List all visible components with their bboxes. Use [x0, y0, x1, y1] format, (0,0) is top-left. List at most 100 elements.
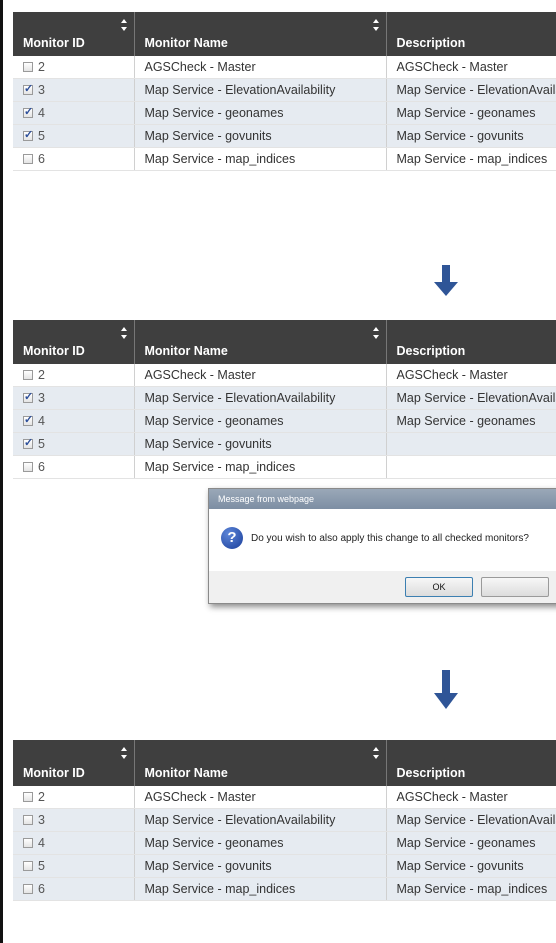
- monitor-grid: Monitor ID Monitor Name Description 2 AG…: [13, 320, 556, 479]
- row-checkbox[interactable]: [23, 413, 33, 426]
- column-header-monitor-id[interactable]: Monitor ID: [13, 12, 135, 56]
- table-row[interactable]: 2 AGSCheck - Master AGSCheck - Master: [13, 56, 556, 79]
- table-row[interactable]: 6 Map Service - map_indices: [13, 455, 556, 479]
- dialog-body: ? Do you wish to also apply this change …: [209, 509, 556, 571]
- monitor-description: AGSCheck - Master: [386, 364, 556, 387]
- monitor-id: 5: [38, 859, 45, 873]
- dialog-title[interactable]: Message from webpage: [209, 489, 556, 509]
- monitor-description: AGSCheck - Master: [386, 786, 556, 809]
- monitor-grid: Monitor ID Monitor Name Description 2 AG…: [13, 12, 556, 171]
- monitor-name: AGSCheck - Master: [134, 786, 387, 809]
- monitor-id: 2: [38, 60, 45, 74]
- monitor-description: Map Service - ElevationAvailability: [386, 78, 556, 102]
- monitor-name: Map Service - geonames: [134, 831, 387, 855]
- monitor-description: Map Service - map_indices: [386, 877, 556, 901]
- table-row[interactable]: 5 Map Service - govunits Map Service - g…: [13, 124, 556, 148]
- row-checkbox[interactable]: [23, 462, 33, 472]
- table-row[interactable]: 4 Map Service - geonames Map Service - g…: [13, 101, 556, 125]
- row-checkbox[interactable]: [23, 884, 33, 894]
- row-checkbox[interactable]: [23, 436, 33, 449]
- monitor-name: Map Service - govunits: [134, 854, 387, 878]
- table-row[interactable]: 4 Map Service - geonames Map Service - g…: [13, 409, 556, 433]
- monitor-id: 4: [38, 414, 45, 428]
- monitor-id: 2: [38, 368, 45, 382]
- monitor-name: Map Service - map_indices: [134, 147, 387, 171]
- table-row[interactable]: 4 Map Service - geonames Map Service - g…: [13, 831, 556, 855]
- table-row[interactable]: 3 Map Service - ElevationAvailability Ma…: [13, 78, 556, 102]
- row-checkbox[interactable]: [23, 105, 33, 118]
- sort-icon[interactable]: [372, 326, 380, 340]
- row-checkbox[interactable]: [23, 370, 33, 380]
- monitor-description: Map Service - govunits: [386, 124, 556, 148]
- confirm-dialog: Message from webpage ? Do you wish to al…: [208, 488, 556, 604]
- column-header-monitor-name[interactable]: Monitor Name: [134, 740, 387, 786]
- row-checkbox[interactable]: [23, 128, 33, 141]
- monitor-description: Map Service - map_indices: [386, 147, 556, 171]
- monitor-id: 3: [38, 391, 45, 405]
- monitor-description: [386, 455, 556, 479]
- column-header-description[interactable]: Description: [386, 320, 556, 364]
- column-header-monitor-id[interactable]: Monitor ID: [13, 740, 135, 786]
- monitor-id: 3: [38, 83, 45, 97]
- monitor-grid: Monitor ID Monitor Name Description 2 AG…: [13, 740, 556, 901]
- monitor-description: Map Service - geonames: [386, 409, 556, 433]
- column-header-description[interactable]: Description: [386, 740, 556, 786]
- monitor-description: Map Service - geonames: [386, 831, 556, 855]
- cancel-button[interactable]: [481, 577, 549, 597]
- ok-button[interactable]: OK: [405, 577, 473, 597]
- column-header-description[interactable]: Description: [386, 12, 556, 56]
- row-checkbox[interactable]: [23, 792, 33, 802]
- sort-icon[interactable]: [372, 746, 380, 760]
- monitor-description: [386, 432, 556, 456]
- row-checkbox[interactable]: [23, 390, 33, 403]
- table-row[interactable]: 5 Map Service - govunits: [13, 432, 556, 456]
- row-checkbox[interactable]: [23, 815, 33, 825]
- sort-icon[interactable]: [372, 18, 380, 32]
- table-row[interactable]: 3 Map Service - ElevationAvailability Ma…: [13, 808, 556, 832]
- monitor-name: AGSCheck - Master: [134, 364, 387, 387]
- sort-icon[interactable]: [120, 18, 128, 32]
- monitor-id: 2: [38, 790, 45, 804]
- column-header-monitor-name[interactable]: Monitor Name: [134, 320, 387, 364]
- table-row[interactable]: 2 AGSCheck - Master AGSCheck - Master: [13, 364, 556, 387]
- row-checkbox[interactable]: [23, 838, 33, 848]
- row-checkbox[interactable]: [23, 861, 33, 871]
- monitor-id: 4: [38, 106, 45, 120]
- monitor-name: Map Service - ElevationAvailability: [134, 78, 387, 102]
- table-row[interactable]: 6 Map Service - map_indices Map Service …: [13, 147, 556, 171]
- monitor-name: Map Service - geonames: [134, 101, 387, 125]
- monitor-description: Map Service - govunits: [386, 854, 556, 878]
- monitor-name: Map Service - geonames: [134, 409, 387, 433]
- monitor-name: Map Service - ElevationAvailability: [134, 808, 387, 832]
- monitor-description: Map Service - ElevationAvailability: [386, 808, 556, 832]
- monitor-name: Map Service - ElevationAvailability: [134, 386, 387, 410]
- column-header-monitor-id[interactable]: Monitor ID: [13, 320, 135, 364]
- table-row[interactable]: 3 Map Service - ElevationAvailability Ma…: [13, 386, 556, 410]
- column-header-monitor-name[interactable]: Monitor Name: [134, 12, 387, 56]
- row-checkbox[interactable]: [23, 82, 33, 95]
- dialog-button-bar: OK: [209, 571, 556, 603]
- monitor-table-after: Monitor ID Monitor Name Description 2 AG…: [13, 740, 556, 940]
- table-row[interactable]: 6 Map Service - map_indices Map Service …: [13, 877, 556, 901]
- monitor-name: Map Service - map_indices: [134, 455, 387, 479]
- sort-icon[interactable]: [120, 326, 128, 340]
- monitor-id: 3: [38, 813, 45, 827]
- question-icon: ?: [221, 527, 243, 549]
- sort-icon[interactable]: [120, 746, 128, 760]
- monitor-id: 6: [38, 460, 45, 474]
- monitor-description: Map Service - geonames: [386, 101, 556, 125]
- down-arrow-icon: [434, 670, 458, 709]
- monitor-table-before: Monitor ID Monitor Name Description 2 AG…: [13, 12, 556, 212]
- monitor-description: AGSCheck - Master: [386, 56, 556, 79]
- down-arrow-icon: [434, 265, 458, 296]
- monitor-id: 6: [38, 882, 45, 896]
- monitor-name: Map Service - govunits: [134, 124, 387, 148]
- monitor-id: 6: [38, 152, 45, 166]
- monitor-name: Map Service - govunits: [134, 432, 387, 456]
- row-checkbox[interactable]: [23, 62, 33, 72]
- row-checkbox[interactable]: [23, 154, 33, 164]
- monitor-name: Map Service - map_indices: [134, 877, 387, 901]
- table-row[interactable]: 5 Map Service - govunits Map Service - g…: [13, 854, 556, 878]
- monitor-id: 5: [38, 129, 45, 143]
- table-row[interactable]: 2 AGSCheck - Master AGSCheck - Master: [13, 786, 556, 809]
